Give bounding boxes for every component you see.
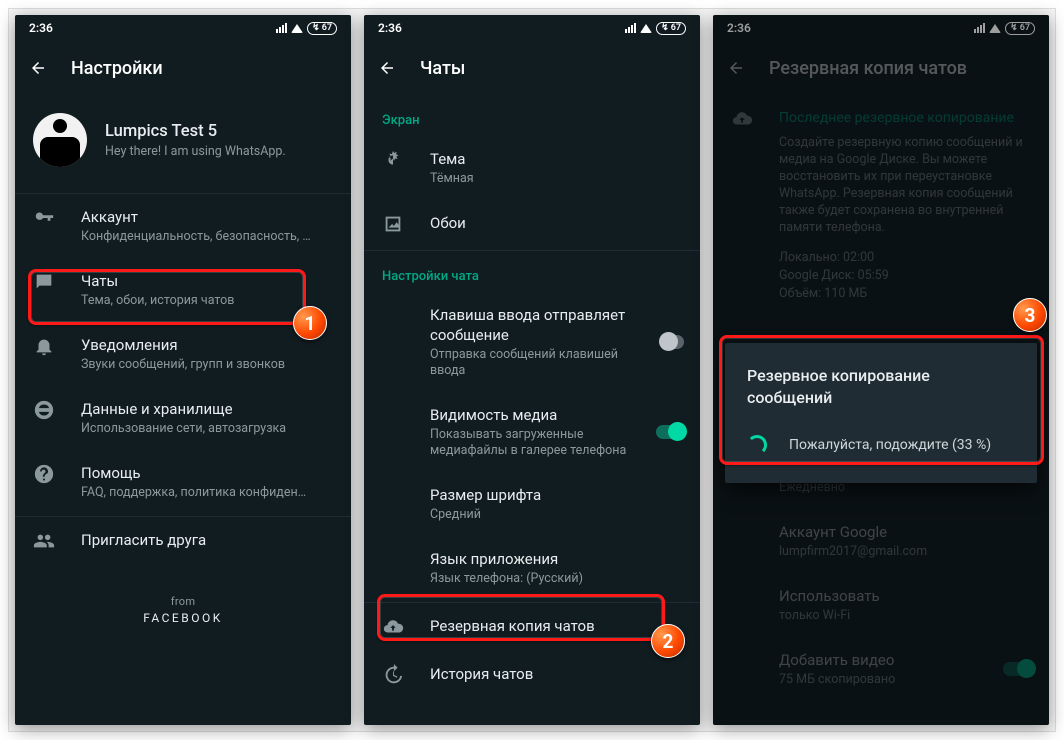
row-chat-backup[interactable]: Резервная копия чатов — [364, 603, 700, 651]
row-help[interactable]: ПомощьFAQ, поддержка, политика конфиденц… — [15, 450, 351, 514]
signal-icon — [276, 23, 287, 33]
dialog-message: Пожалуйста, подождите (33 %) — [789, 437, 991, 453]
row-theme[interactable]: ТемаТёмная — [364, 136, 700, 200]
dialog-title: Резервное копирование сообщений — [747, 365, 1015, 409]
battery-indicator: ↯67 — [656, 22, 686, 35]
page-title: Чаты — [420, 58, 465, 79]
key-icon — [33, 207, 55, 229]
status-bar: 2:36 ↯67 — [364, 15, 700, 41]
step-badge-1: 1 — [293, 306, 327, 340]
row-font-size[interactable]: Размер шрифтаСредний — [364, 472, 700, 536]
profile-status: Hey there! I am using WhatsApp. — [105, 144, 286, 159]
row-language[interactable]: Язык приложенияЯзык телефона: (Русский) — [364, 536, 700, 600]
row-chat-history[interactable]: История чатов — [364, 651, 700, 699]
from-footer: from FACEBOOK — [15, 595, 351, 625]
screen-backup: 2:36 ↯67 Резервная копия чатов Последнее… — [713, 15, 1049, 725]
status-time: 2:36 — [378, 21, 402, 35]
group-icon — [33, 530, 55, 552]
row-wallpaper[interactable]: Обои — [364, 200, 700, 248]
row-media-visibility[interactable]: Видимость медиаПоказывать загруженные ме… — [364, 392, 700, 472]
toggle-enter-send[interactable] — [662, 335, 684, 349]
row-enter-send[interactable]: Клавиша ввода отправляет сообщениеОтправ… — [364, 292, 700, 392]
back-icon[interactable] — [29, 59, 47, 77]
section-screen: Экран — [364, 95, 700, 136]
toggle-media-visibility[interactable] — [656, 425, 685, 439]
data-icon — [33, 399, 55, 421]
page-title: Настройки — [71, 58, 163, 79]
backup-progress-dialog: Резервное копирование сообщений Пожалуйс… — [725, 343, 1037, 483]
status-bar: 2:36 ↯67 — [15, 15, 351, 41]
wifi-icon — [640, 24, 652, 33]
section-chat-settings: Настройки чата — [364, 251, 700, 292]
row-storage[interactable]: Данные и хранилищеИспользование сети, ав… — [15, 386, 351, 450]
app-bar: Чаты — [364, 41, 700, 95]
avatar — [33, 113, 87, 167]
back-icon[interactable] — [378, 59, 396, 77]
step-badge-2: 2 — [651, 624, 685, 658]
row-invite[interactable]: Пригласить друга — [15, 517, 351, 565]
wifi-icon — [291, 24, 303, 33]
battery-indicator: ↯67 — [307, 22, 337, 35]
help-icon — [33, 463, 55, 485]
bell-icon — [33, 335, 55, 357]
signal-icon — [625, 23, 636, 33]
cloud-upload-icon — [382, 616, 404, 638]
status-time: 2:36 — [29, 21, 53, 35]
step-badge-3: 3 — [1013, 298, 1047, 332]
app-bar: Настройки — [15, 41, 351, 95]
screen-settings: 2:36 ↯67 Настройки Lumpics Test 5 Hey th… — [15, 15, 351, 725]
profile-row[interactable]: Lumpics Test 5 Hey there! I am using Wha… — [15, 95, 351, 191]
screen-chats: 2:36 ↯67 Чаты Экран ТемаТёмная Обои Наст… — [364, 15, 700, 725]
theme-icon — [382, 149, 404, 171]
spinner-icon — [747, 435, 767, 455]
profile-name: Lumpics Test 5 — [105, 122, 286, 141]
wallpaper-icon — [382, 213, 404, 235]
row-account[interactable]: АккаунтКонфиденциальность, безопасность,… — [15, 194, 351, 258]
history-icon — [382, 664, 404, 686]
chat-icon — [33, 271, 55, 293]
